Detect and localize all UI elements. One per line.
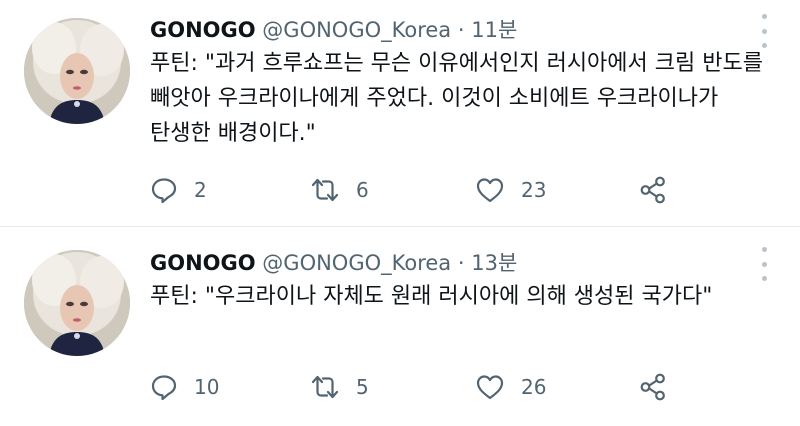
reply-button[interactable]: 2 — [150, 172, 207, 208]
retweet-count: 5 — [356, 375, 369, 399]
retweet-icon — [311, 375, 339, 399]
separator-dot: · — [457, 18, 465, 42]
retweet-button[interactable]: 6 — [310, 172, 369, 208]
share-button[interactable] — [638, 369, 668, 405]
reply-count: 10 — [194, 375, 220, 399]
user-handle[interactable]: @GONOGO_Korea — [262, 18, 451, 42]
display-name[interactable]: GONOGO — [150, 251, 256, 275]
avatar-image — [24, 18, 130, 124]
share-button[interactable] — [638, 172, 668, 208]
reply-button[interactable]: 10 — [150, 369, 219, 405]
like-button[interactable]: 26 — [475, 369, 546, 405]
avatar-image — [24, 250, 130, 356]
tweet-text: 푸틴: "우크라이나 자체도 원래 러시아에 의해 생성된 국가다" — [150, 284, 713, 309]
share-icon — [640, 176, 665, 204]
tweet[interactable]: GONOGO @GONOGO_Korea · 11분 푸틴: "과거 흐루쇼프는… — [0, 0, 800, 226]
timestamp[interactable]: 11분 — [471, 18, 517, 42]
reply-icon — [151, 178, 177, 204]
avatar[interactable] — [24, 18, 130, 124]
more-icon[interactable] — [752, 247, 776, 281]
tweet[interactable]: GONOGO @GONOGO_Korea · 13분 푸틴: "우크라이나 자체… — [0, 227, 800, 426]
like-count: 23 — [521, 178, 547, 202]
reply-icon — [151, 375, 177, 401]
tweet-text: 푸틴: "과거 흐루쇼프는 무슨 이유에서인지 러시아에서 크림 반도를 빼앗아… — [150, 51, 763, 146]
heart-icon — [476, 178, 504, 203]
user-handle[interactable]: @GONOGO_Korea — [262, 251, 451, 275]
tweet-header: GONOGO @GONOGO_Korea · 13분 — [150, 247, 517, 279]
tweet-header: GONOGO @GONOGO_Korea · 11분 — [150, 14, 517, 46]
tweet-actions: 10 5 26 — [150, 369, 750, 405]
timestamp[interactable]: 13분 — [471, 251, 517, 275]
retweet-icon — [311, 178, 339, 202]
share-icon — [640, 373, 665, 401]
reply-count: 2 — [194, 178, 207, 202]
separator-dot: · — [457, 251, 465, 275]
retweet-button[interactable]: 5 — [310, 369, 369, 405]
more-icon[interactable] — [752, 14, 776, 48]
avatar[interactable] — [24, 250, 130, 356]
retweet-count: 6 — [356, 178, 369, 202]
display-name[interactable]: GONOGO — [150, 18, 256, 42]
like-count: 26 — [521, 375, 547, 399]
tweet-actions: 2 6 23 — [150, 172, 750, 208]
heart-icon — [476, 375, 504, 400]
like-button[interactable]: 23 — [475, 172, 546, 208]
